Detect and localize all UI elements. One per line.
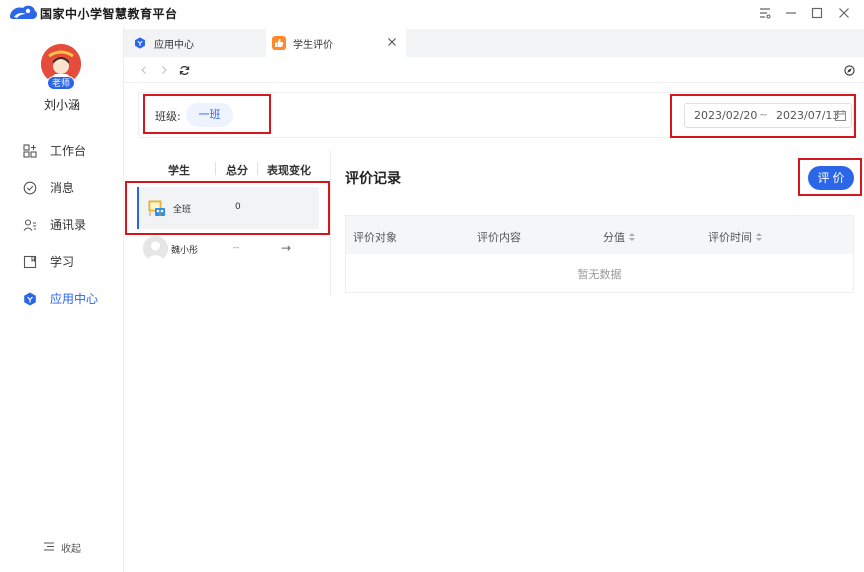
column-header-student: 学生	[168, 164, 190, 177]
date-range-picker[interactable]: 2023/02/20 ~ 2023/07/13	[684, 103, 852, 128]
column-header-score[interactable]: 分值	[603, 229, 635, 245]
sidebar-item-label: 应用中心	[50, 292, 99, 306]
student-score: 0	[235, 202, 241, 212]
sidebar-item-workbench[interactable]: 工作台	[0, 132, 124, 169]
sidebar-item-contacts[interactable]: 通讯录	[0, 206, 124, 243]
column-label: 评价内容	[477, 231, 521, 244]
panel-divider	[330, 150, 331, 295]
app-center-icon	[22, 291, 38, 307]
sidebar-item-label: 工作台	[50, 144, 87, 158]
sidebar-item-label: 消息	[50, 181, 75, 195]
date-separator: ~	[759, 108, 769, 121]
sidebar-item-messages[interactable]: 消息	[0, 169, 124, 206]
collapse-button[interactable]: 收起	[44, 540, 81, 555]
back-icon[interactable]	[137, 63, 151, 77]
sidebar-nav: 工作台 消息 通讯录 学习 应用中心	[0, 132, 124, 317]
student-score: --	[233, 243, 240, 253]
forward-icon[interactable]	[157, 63, 171, 77]
column-header-time[interactable]: 评价时间	[708, 229, 762, 245]
sidebar: 老师 刘小涵 工作台 消息 通讯录 学习 应用中心 收起	[0, 26, 124, 572]
student-name: 全班	[173, 205, 192, 215]
user-name: 刘小涵	[43, 98, 80, 112]
maximize-icon[interactable]	[809, 5, 825, 21]
collapse-menu-icon	[44, 541, 54, 554]
column-header-content: 评价内容	[477, 229, 521, 245]
close-window-icon[interactable]	[836, 5, 852, 21]
trend-arrow-icon: →	[281, 241, 292, 255]
role-badge: 老师	[47, 76, 75, 90]
column-header-total: 总分	[226, 164, 248, 177]
grid-icon	[22, 143, 38, 159]
student-avatar-icon	[143, 236, 168, 261]
empty-state-text: 暂无数据	[577, 268, 622, 281]
student-row-all-class[interactable]: 全班 0	[137, 187, 319, 229]
compass-icon[interactable]	[842, 63, 856, 77]
student-row[interactable]: 魏小彤 -- →	[137, 234, 319, 264]
app-window: 国家中小学智慧教育平台 老师 刘小涵 工作台 消息 通讯录 学习 应用中心 收起…	[0, 0, 864, 572]
class-board-icon	[148, 200, 165, 216]
records-table: 评价对象 评价内容 分值 评价时间 暂无数据	[345, 215, 854, 293]
app-center-icon	[133, 36, 147, 50]
title-bar: 国家中小学智慧教育平台	[0, 0, 864, 26]
header-divider	[215, 162, 216, 175]
menu-icon[interactable]	[757, 5, 773, 21]
collapse-label: 收起	[61, 544, 81, 555]
minimize-icon[interactable]	[783, 5, 799, 21]
tab-label: 学生评价	[293, 39, 333, 51]
class-label: 班级:	[155, 110, 181, 123]
tab-bar: 应用中心 学生评价	[124, 29, 864, 57]
column-label: 评价对象	[353, 231, 397, 244]
class-select[interactable]: 一班	[186, 103, 233, 127]
student-list-header: 学生 总分 表现变化	[128, 160, 328, 178]
app-title: 国家中小学智慧教育平台	[40, 7, 178, 21]
column-label: 分值	[603, 231, 625, 244]
column-header-trend: 表现变化	[267, 164, 311, 177]
message-check-icon	[22, 180, 38, 196]
header-divider	[257, 162, 258, 175]
sidebar-item-app-center[interactable]: 应用中心	[0, 280, 124, 317]
sort-icon[interactable]	[756, 232, 762, 242]
filter-bar: 班级: 一班 2023/02/20 ~ 2023/07/13	[138, 92, 854, 138]
browser-toolbar	[124, 57, 864, 83]
evaluate-button[interactable]: 评价	[808, 166, 854, 190]
date-start: 2023/02/20	[694, 109, 758, 122]
tab-student-evaluation[interactable]: 学生评价	[266, 29, 406, 57]
tab-app-center[interactable]: 应用中心	[130, 29, 266, 57]
refresh-icon[interactable]	[177, 63, 191, 77]
student-name: 魏小彤	[171, 246, 199, 256]
sidebar-item-label: 学习	[50, 255, 75, 269]
sidebar-item-label: 通讯录	[50, 218, 87, 232]
table-header: 评价对象 评价内容 分值 评价时间	[346, 216, 853, 254]
contacts-icon	[22, 217, 38, 233]
date-end: 2023/07/13	[776, 109, 840, 122]
close-tab-icon[interactable]	[386, 36, 398, 48]
column-label: 评价时间	[708, 231, 752, 244]
column-header-target: 评价对象	[353, 229, 397, 245]
book-icon	[22, 254, 38, 270]
thumbs-up-icon	[272, 36, 286, 50]
tab-label: 应用中心	[154, 39, 194, 51]
calendar-icon	[835, 110, 846, 121]
platform-logo-icon	[10, 5, 38, 19]
records-title: 评价记录	[345, 171, 401, 187]
sort-icon[interactable]	[629, 232, 635, 242]
sidebar-item-study[interactable]: 学习	[0, 243, 124, 280]
